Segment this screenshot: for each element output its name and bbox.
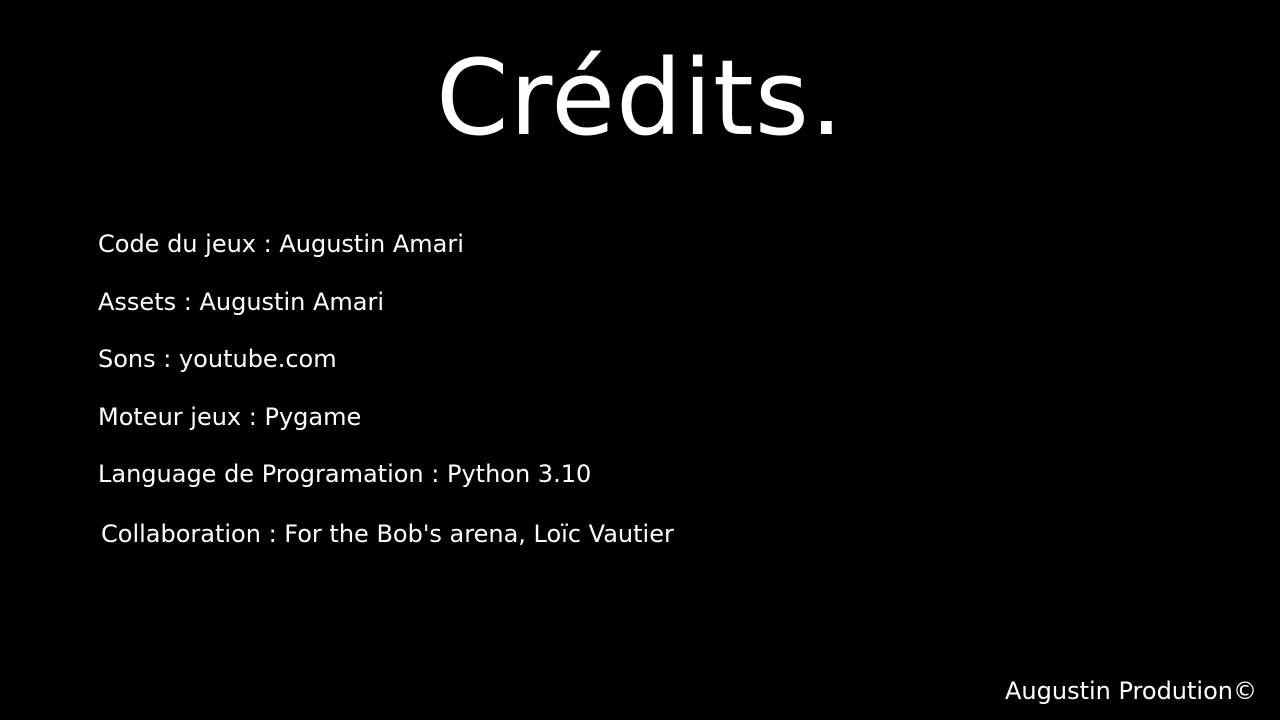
credit-line-language: Language de Programation : Python 3.10 (98, 460, 592, 488)
credits-screen: Crédits. Code du jeux : Augustin Amari A… (0, 0, 1280, 720)
credit-line-assets: Assets : Augustin Amari (98, 288, 384, 316)
credits-title: Crédits. (435, 37, 844, 159)
credit-line-collaboration: Collaboration : For the Bob's arena, Loï… (101, 520, 674, 548)
footer-signature: Augustin Prodution© (1005, 677, 1257, 705)
credit-line-engine: Moteur jeux : Pygame (98, 403, 362, 431)
credit-line-sounds: Sons : youtube.com (98, 345, 337, 373)
credit-line-code: Code du jeux : Augustin Amari (98, 230, 464, 258)
